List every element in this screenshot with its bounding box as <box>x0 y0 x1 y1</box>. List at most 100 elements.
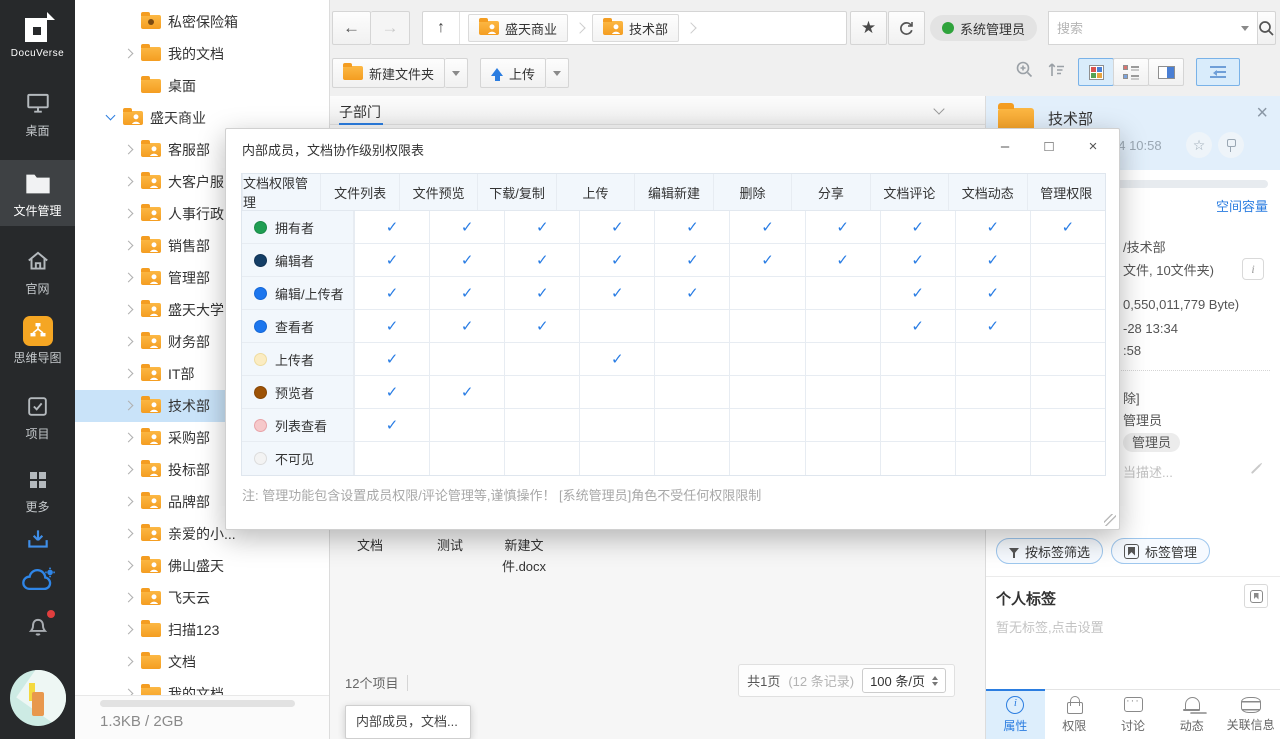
section-header[interactable]: 子部门 <box>330 96 985 125</box>
chevron-icon[interactable] <box>121 493 139 511</box>
chevron-icon[interactable] <box>121 397 139 415</box>
tree-item[interactable]: 桌面 <box>75 70 329 102</box>
refresh-icon <box>898 20 915 37</box>
owner-tag-fragment: 管理员 <box>1123 432 1180 451</box>
detail-tab[interactable]: 动态 <box>1162 689 1221 739</box>
sidebar-item-more[interactable]: 更多 <box>0 464 75 515</box>
chevron-icon[interactable] <box>121 205 139 223</box>
chevron-icon[interactable] <box>121 653 139 671</box>
chevron-icon[interactable] <box>121 589 139 607</box>
search-input[interactable] <box>1049 21 1241 36</box>
items-count: 12个项目 <box>345 673 398 692</box>
refresh-button[interactable] <box>888 11 925 45</box>
breadcrumb-item[interactable]: 技术部 <box>592 14 679 42</box>
file-item-label[interactable]: 文档 <box>338 536 402 557</box>
breadcrumb-item[interactable]: 盛天商业 <box>468 14 568 42</box>
chevron-icon[interactable] <box>121 525 139 543</box>
sidebar-item-website[interactable]: 官网 <box>0 244 75 297</box>
pin-button[interactable] <box>1218 132 1244 158</box>
cloud-sync-button[interactable] <box>0 560 75 599</box>
edit-pencil-icon[interactable] <box>1251 464 1261 474</box>
upload-dropdown[interactable] <box>546 58 569 88</box>
detail-tab[interactable]: 属性 <box>986 689 1045 739</box>
chevron-icon[interactable] <box>121 557 139 575</box>
tree-item[interactable]: 我的文档 <box>75 678 329 695</box>
zoom-in-button[interactable] <box>1015 60 1034 84</box>
tab-label: 关联信息 <box>1227 716 1275 733</box>
chevron-icon[interactable] <box>121 685 139 695</box>
chevron-icon[interactable] <box>103 109 121 127</box>
favorite-button[interactable]: ☆ <box>1186 132 1212 158</box>
chevron-down-icon[interactable] <box>1241 26 1249 35</box>
forward-button[interactable]: → <box>371 11 410 45</box>
user-avatar[interactable] <box>10 670 66 726</box>
detail-tab[interactable]: 讨论 <box>1104 689 1163 739</box>
close-button[interactable]: × <box>1071 133 1115 159</box>
sort-button[interactable] <box>1046 61 1066 84</box>
sidebar-item-mindmap[interactable]: 思维导图 <box>0 312 75 366</box>
capacity-link[interactable]: 空间容量 <box>1216 196 1268 215</box>
tree-item[interactable]: 扫描123 <box>75 614 329 646</box>
chevron-icon[interactable] <box>121 429 139 447</box>
chevron-icon[interactable] <box>121 301 139 319</box>
up-button[interactable]: ↑ <box>423 12 460 44</box>
check-icon: ✓ <box>911 284 924 302</box>
sidebar-item-label: 思维导图 <box>0 349 75 366</box>
search-button[interactable] <box>1257 11 1276 45</box>
folder-icon <box>141 591 161 605</box>
set-tags-button[interactable] <box>1244 584 1268 608</box>
grid-view-icon <box>1089 65 1104 80</box>
detail-panel-toggle[interactable] <box>1196 58 1240 86</box>
per-page-select[interactable]: 100 条/页 <box>862 668 946 693</box>
app-name: DocuVerse <box>0 48 75 59</box>
close-icon[interactable]: × <box>1256 102 1268 125</box>
permission-cell: ✓ <box>654 409 729 441</box>
chevron-icon[interactable] <box>121 621 139 639</box>
detail-tab[interactable]: 权限 <box>1045 689 1104 739</box>
back-button[interactable]: ← <box>332 11 371 45</box>
notifications-button[interactable] <box>0 608 75 641</box>
tree-item[interactable]: 飞天云 <box>75 582 329 614</box>
new-folder-dropdown[interactable] <box>445 58 468 88</box>
tree-item[interactable]: 我的文档 <box>75 38 329 70</box>
upload-button[interactable]: 上传 <box>480 58 546 88</box>
thumbnail-view-button[interactable] <box>1078 58 1114 86</box>
breadcrumb: ↑ 盛天商业 技术部 <box>422 11 847 45</box>
chevron-icon[interactable] <box>121 333 139 351</box>
file-item-label[interactable]: 测试 <box>418 536 482 557</box>
info-icon[interactable]: i <box>1242 258 1264 280</box>
minimized-dialog-bar[interactable]: 内部成员，文档... <box>345 705 471 739</box>
filter-by-tag-button[interactable]: 按标签筛选 <box>996 538 1103 564</box>
collapse-chevron-icon[interactable] <box>933 103 944 114</box>
minimize-button[interactable]: – <box>983 133 1027 159</box>
chevron-icon[interactable] <box>121 237 139 255</box>
sidebar-item-file-management[interactable]: 文件管理 <box>0 160 75 226</box>
tree-item[interactable]: 文档 <box>75 646 329 678</box>
current-user[interactable]: 系统管理员 <box>930 15 1037 41</box>
monitor-icon <box>25 90 51 119</box>
tag-manage-button[interactable]: 标签管理 <box>1111 538 1210 564</box>
chevron-icon[interactable] <box>121 365 139 383</box>
new-folder-button[interactable]: 新建文件夹 <box>332 58 445 88</box>
column-view-button[interactable] <box>1148 58 1184 86</box>
description-placeholder[interactable]: 当描述... <box>1123 462 1173 481</box>
chevron-icon[interactable] <box>121 461 139 479</box>
sidebar-item-projects[interactable]: 项目 <box>0 390 75 442</box>
maximize-button[interactable]: □ <box>1027 133 1071 159</box>
tree-item[interactable]: 佛山盛天 <box>75 550 329 582</box>
chevron-icon[interactable] <box>121 173 139 191</box>
list-view-button[interactable] <box>1113 58 1149 86</box>
tree-item[interactable]: 私密保险箱 <box>75 6 329 38</box>
check-icon: ✓ <box>911 251 924 269</box>
sidebar-item-desktop[interactable]: 桌面 <box>0 86 75 139</box>
chevron-icon[interactable] <box>121 141 139 159</box>
resize-grip[interactable] <box>1104 514 1116 526</box>
file-item-label[interactable]: 新建文件.docx <box>492 536 556 578</box>
permission-cell: ✓ <box>805 343 880 375</box>
favorite-button[interactable]: ★ <box>850 11 887 45</box>
chevron-icon[interactable] <box>121 269 139 287</box>
horizontal-scrollbar[interactable] <box>100 700 295 707</box>
detail-tab[interactable]: 关联信息 <box>1221 689 1280 739</box>
download-manager-button[interactable] <box>0 522 75 555</box>
chevron-icon[interactable] <box>121 45 139 63</box>
